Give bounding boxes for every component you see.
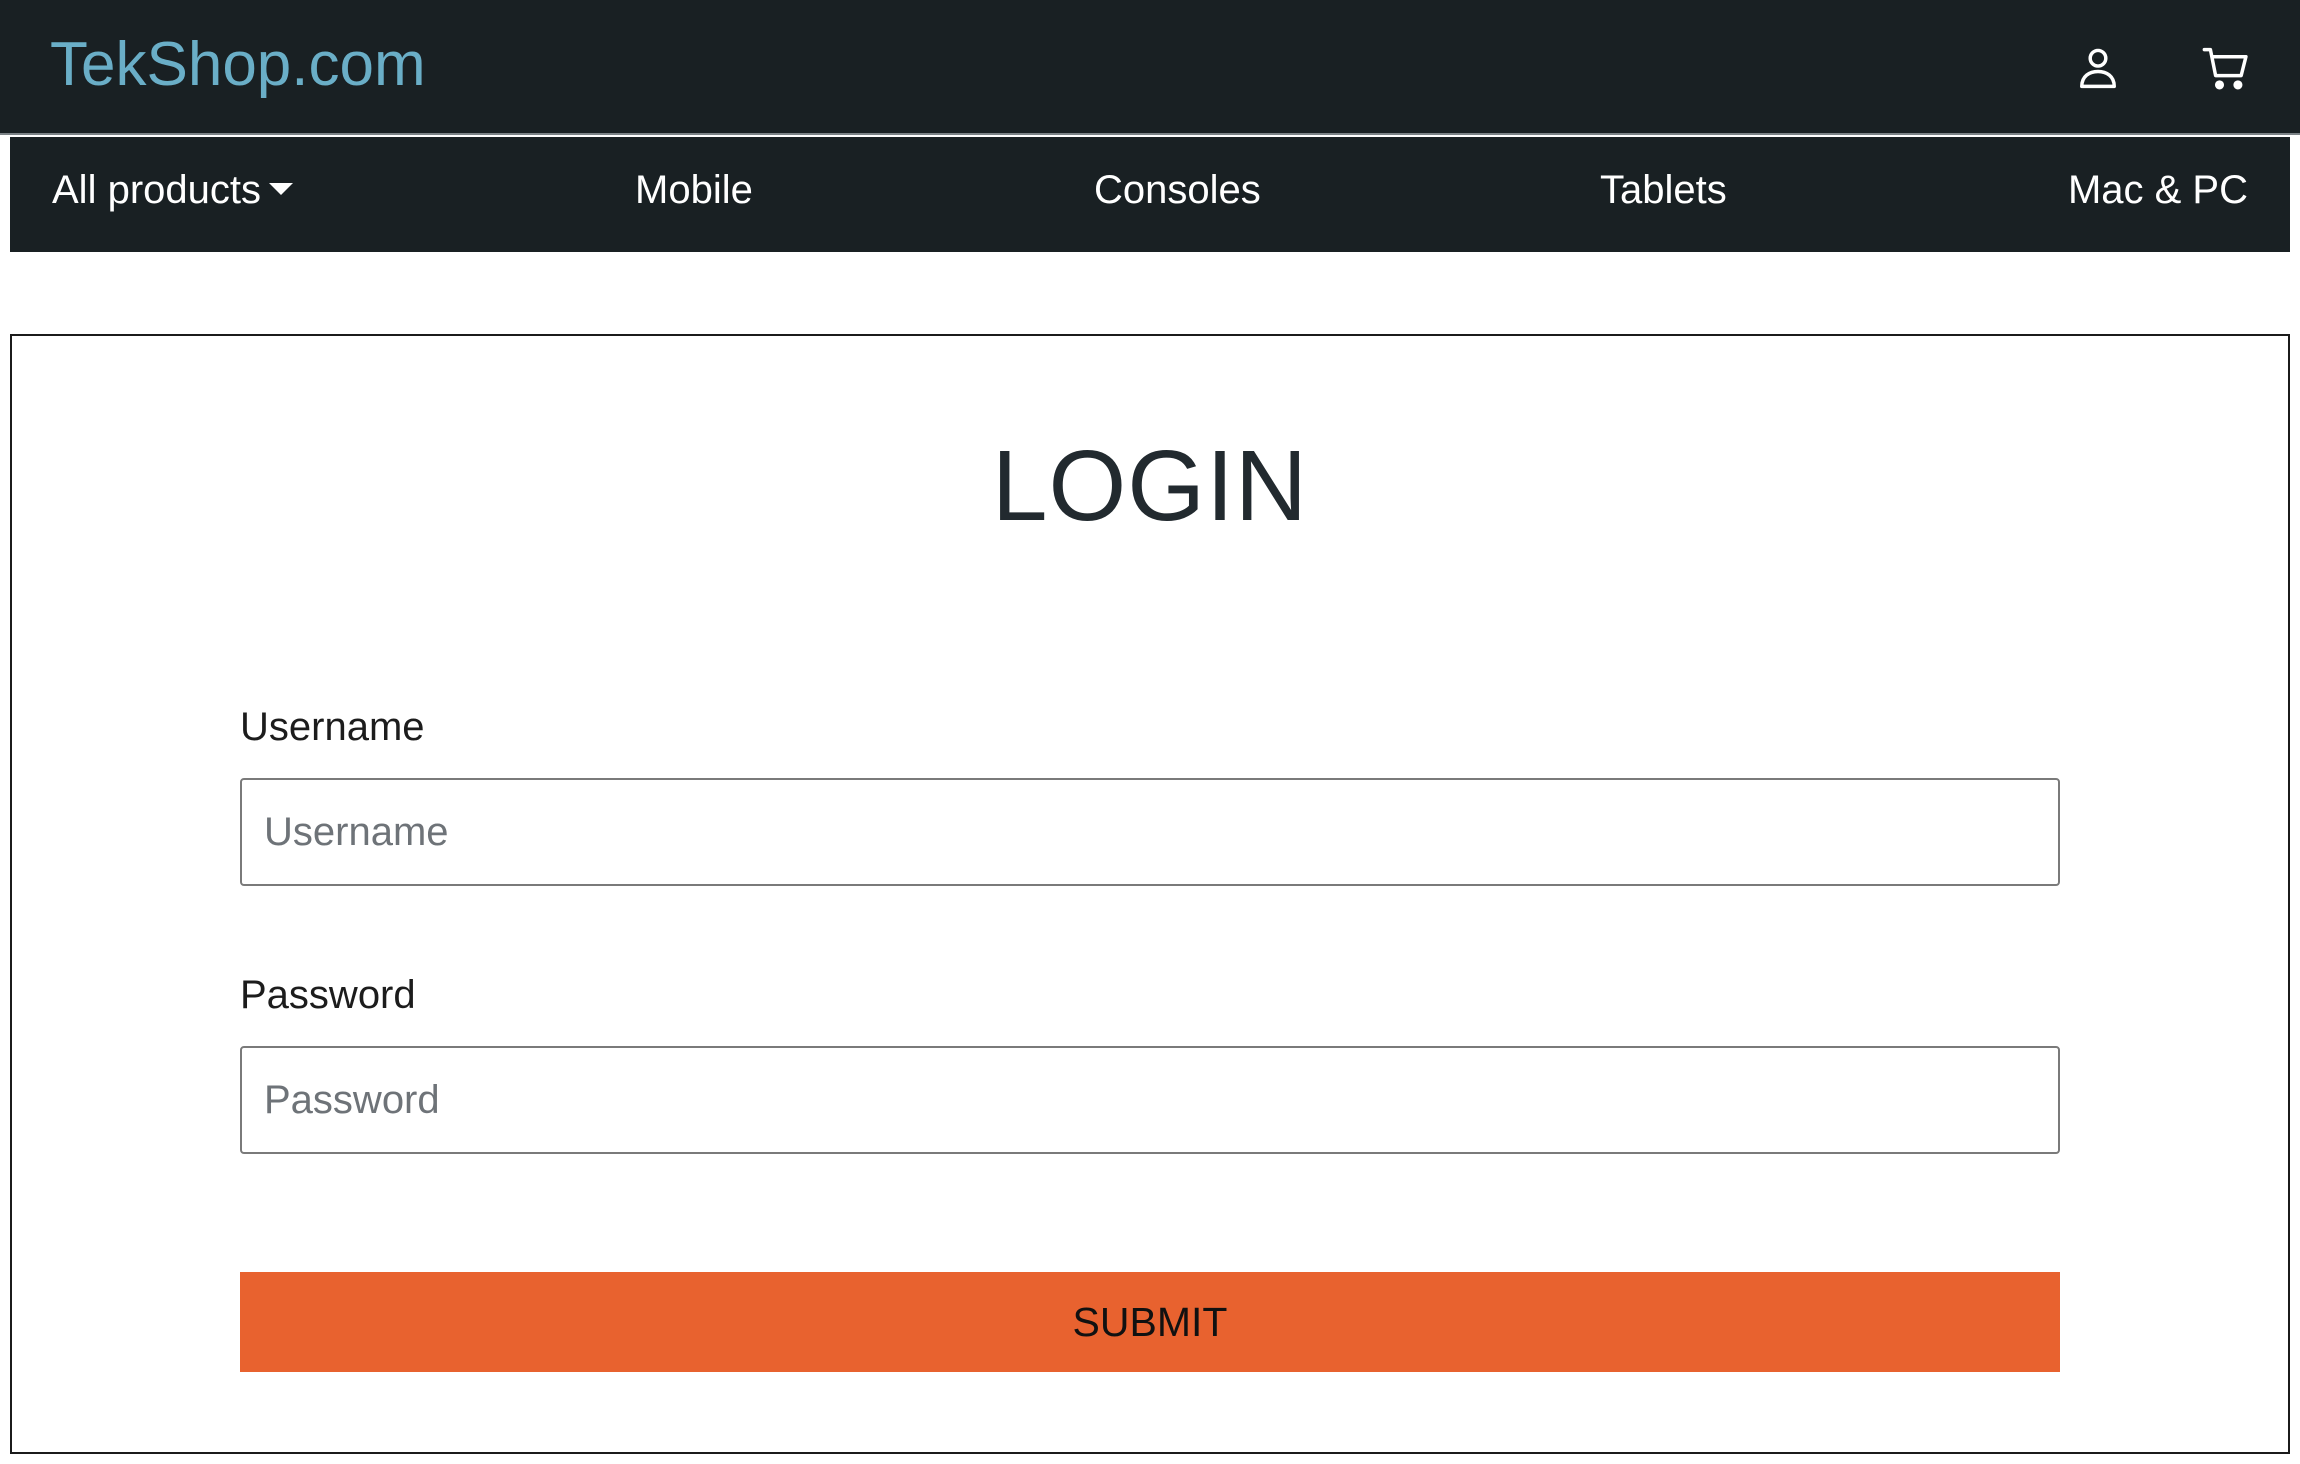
nav-all-products-dropdown[interactable]: All products [52,137,293,252]
category-nav: All products Mobile Consoles Tablets Mac… [10,137,2290,252]
login-panel: LOGIN Username Password SUBMIT [10,334,2290,1454]
page: TekShop.com All products Mobile Consoles… [0,0,2300,1464]
nav-item-mobile[interactable]: Mobile [635,137,753,252]
cart-button[interactable] [2198,40,2254,96]
account-button[interactable] [2070,40,2126,96]
username-label: Username [240,705,425,749]
nav-item-tablets[interactable]: Tablets [1600,137,1727,252]
top-header: TekShop.com [0,0,2300,135]
password-input[interactable] [240,1046,2060,1154]
password-label: Password [240,973,416,1017]
nav-item-mac-pc[interactable]: Mac & PC [2068,137,2248,252]
brand-logo-link[interactable]: TekShop.com [50,26,426,104]
submit-button[interactable]: SUBMIT [240,1272,2060,1372]
caret-down-icon [268,183,293,196]
nav-item-consoles[interactable]: Consoles [1094,137,1261,252]
cart-icon [2200,42,2252,94]
page-title: LOGIN [991,430,1309,542]
username-input[interactable] [240,778,2060,886]
user-icon [2072,42,2124,94]
nav-item-label: All products [52,168,261,212]
